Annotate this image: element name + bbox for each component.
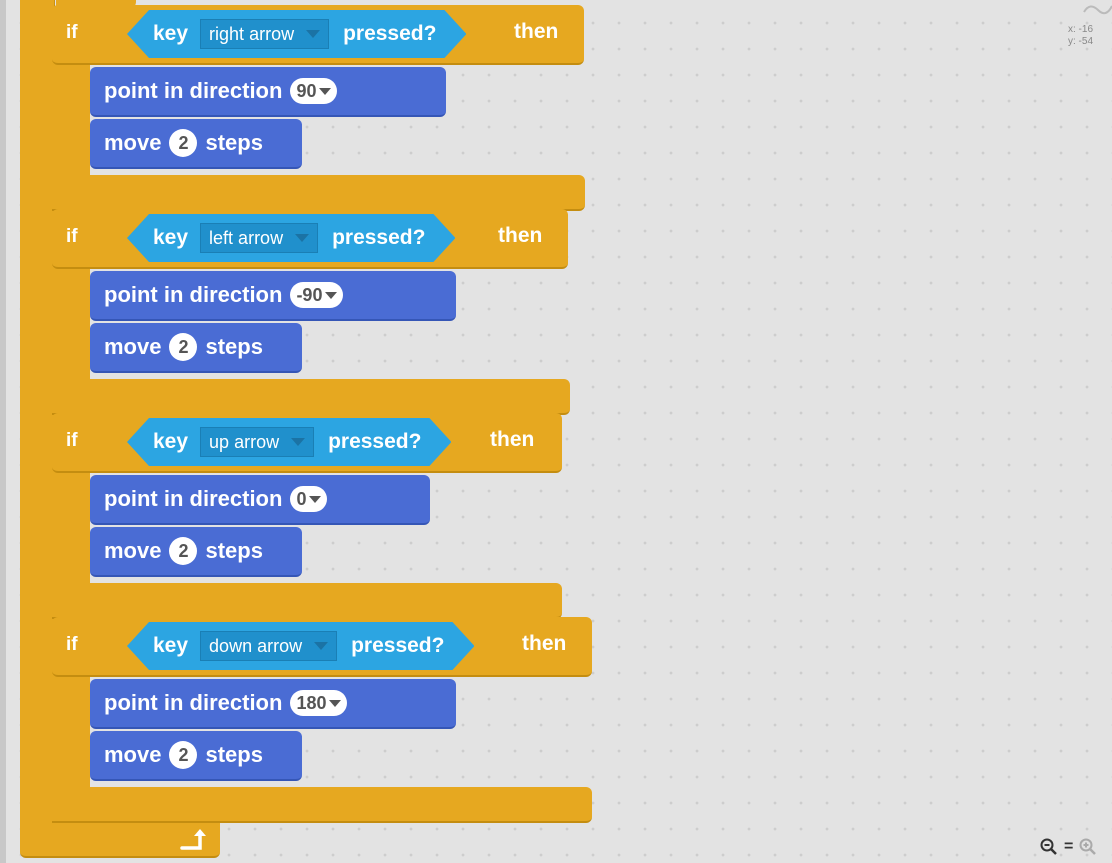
if-block-footer[interactable]	[52, 175, 585, 211]
pressed-label: pressed?	[328, 430, 422, 453]
zoom-in-icon[interactable]	[1079, 838, 1097, 856]
if-block-arm	[52, 463, 90, 593]
direction-value: -90	[296, 284, 323, 305]
point-in-direction-block[interactable]: point in direction 180	[90, 679, 456, 729]
steps-input[interactable]: 2	[169, 537, 198, 565]
script-workspace[interactable]: if key right arrow pressed? then point i…	[0, 0, 1112, 863]
chevron-down-icon	[325, 291, 338, 299]
key-label: key	[153, 634, 189, 657]
workspace-left-border	[0, 0, 6, 863]
key-dropdown-value: left arrow	[209, 227, 284, 248]
if-label: if	[66, 430, 78, 451]
steps-input[interactable]: 2	[169, 741, 198, 769]
if-block-footer[interactable]	[52, 379, 570, 415]
key-label: key	[153, 226, 189, 249]
zoom-out-icon[interactable]	[1040, 838, 1058, 856]
steps-input[interactable]: 2	[169, 333, 198, 361]
key-dropdown[interactable]: right arrow	[200, 19, 329, 49]
chevron-down-icon	[309, 495, 322, 503]
zoom-controls: =	[1040, 836, 1097, 858]
direction-dropdown[interactable]: 180	[290, 690, 348, 716]
move-label: move	[104, 538, 162, 563]
key-dropdown-value: right arrow	[209, 23, 295, 44]
forever-block-arm[interactable]	[20, 0, 55, 838]
key-pressed-block[interactable]: key up arrow pressed?	[127, 418, 451, 466]
if-block-footer[interactable]	[52, 583, 562, 619]
point-in-direction-label: point in direction	[104, 486, 283, 511]
steps-label: steps	[205, 334, 263, 359]
pressed-label: pressed?	[343, 22, 437, 45]
then-label: then	[514, 20, 559, 43]
key-pressed-block[interactable]: key left arrow pressed?	[127, 214, 455, 262]
move-steps-block[interactable]: move 2 steps	[90, 323, 302, 373]
point-in-direction-label: point in direction	[104, 282, 283, 307]
then-label: then	[490, 428, 535, 451]
chevron-down-icon	[314, 642, 328, 650]
move-label: move	[104, 334, 162, 359]
chevron-down-icon	[319, 87, 332, 95]
if-label: if	[66, 634, 78, 655]
move-steps-block[interactable]: move 2 steps	[90, 731, 302, 781]
sprite-x-coordinate: x: -16	[1068, 24, 1094, 35]
point-in-direction-block[interactable]: point in direction 90	[90, 67, 446, 117]
direction-value: 0	[296, 488, 307, 509]
key-dropdown-value: down arrow	[209, 635, 303, 656]
move-steps-block[interactable]: move 2 steps	[90, 119, 302, 169]
then-label: then	[498, 224, 543, 247]
chevron-down-icon	[329, 699, 342, 707]
zoom-reset-icon[interactable]: =	[1064, 838, 1073, 856]
if-block-header[interactable]: if key right arrow pressed? then	[52, 5, 584, 65]
if-label: if	[66, 226, 78, 247]
chevron-down-icon	[291, 438, 305, 446]
if-block-arm	[52, 667, 90, 797]
point-in-direction-block[interactable]: point in direction 0	[90, 475, 430, 525]
direction-value: 180	[296, 692, 327, 713]
sprite-coordinates: x: -16 y: -54	[1068, 24, 1093, 48]
loop-arrow-icon	[180, 829, 206, 850]
move-label: move	[104, 130, 162, 155]
steps-input[interactable]: 2	[169, 129, 198, 157]
key-dropdown-value: up arrow	[209, 431, 280, 452]
steps-label: steps	[205, 742, 263, 767]
if-block-header[interactable]: if key left arrow pressed? then	[52, 209, 568, 269]
steps-label: steps	[205, 130, 263, 155]
if-block-footer[interactable]	[52, 787, 592, 823]
key-pressed-block[interactable]: key right arrow pressed?	[127, 10, 466, 58]
key-pressed-block[interactable]: key down arrow pressed?	[127, 622, 474, 670]
direction-value: 90	[296, 80, 317, 101]
point-in-direction-label: point in direction	[104, 690, 283, 715]
key-dropdown[interactable]: up arrow	[200, 427, 314, 457]
sprite-y-coordinate: y: -54	[1068, 36, 1094, 47]
move-label: move	[104, 742, 162, 767]
key-label: key	[153, 430, 189, 453]
if-label: if	[66, 22, 78, 43]
chevron-down-icon	[295, 234, 309, 242]
pressed-label: pressed?	[351, 634, 445, 657]
then-label: then	[522, 632, 567, 655]
pressed-label: pressed?	[332, 226, 426, 249]
steps-label: steps	[205, 538, 263, 563]
key-dropdown[interactable]: down arrow	[200, 631, 337, 661]
direction-dropdown[interactable]: 90	[290, 78, 338, 104]
if-block-header[interactable]: if key up arrow pressed? then	[52, 413, 562, 473]
direction-dropdown[interactable]: -90	[290, 282, 344, 308]
if-block-arm	[52, 259, 90, 389]
if-block-arm	[52, 55, 90, 185]
move-steps-block[interactable]: move 2 steps	[90, 527, 302, 577]
key-dropdown[interactable]: left arrow	[200, 223, 318, 253]
if-block-header[interactable]: if key down arrow pressed? then	[52, 617, 592, 677]
chevron-down-icon	[306, 30, 320, 38]
sprite-thumbnail-icon	[1083, 5, 1112, 15]
key-label: key	[153, 22, 189, 45]
point-in-direction-label: point in direction	[104, 78, 283, 103]
point-in-direction-block[interactable]: point in direction -90	[90, 271, 456, 321]
direction-dropdown[interactable]: 0	[290, 486, 328, 512]
